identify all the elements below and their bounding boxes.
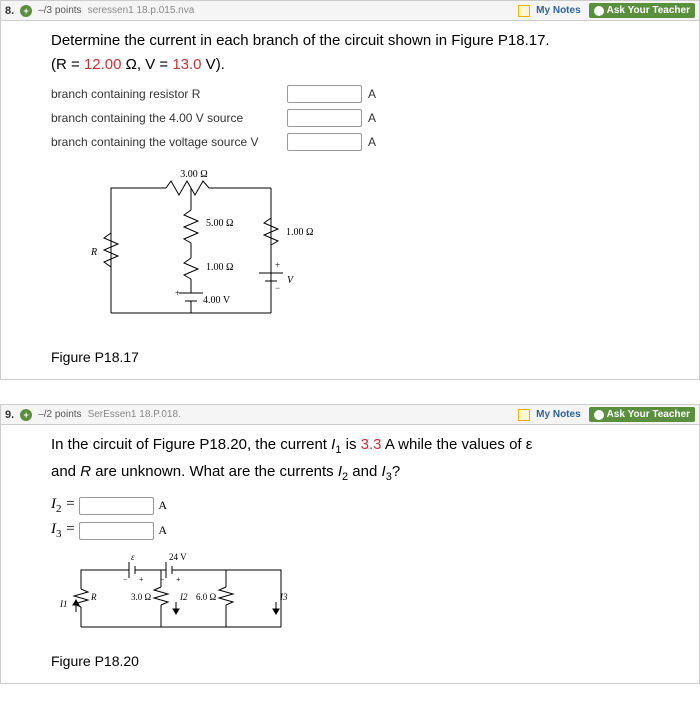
- stem-line-2b: Ω, V =: [121, 56, 172, 73]
- label-24v: 24 V: [169, 552, 187, 562]
- circuit-figure-p18-17: 3.00 Ω 5.00 Ω 1.00 Ω 1.00 Ω R 4.00 V V +…: [51, 163, 351, 343]
- stem-9b: is: [341, 436, 360, 453]
- input-row-I3: I3 = A: [51, 521, 687, 540]
- answer-input-R[interactable]: [287, 85, 362, 103]
- points-label: –/3 points: [38, 5, 81, 16]
- answer-inputs: branch containing resistor R A branch co…: [51, 85, 687, 151]
- header-left: 9. + –/2 points SerEssen1 18.P.018.: [5, 409, 181, 421]
- svg-text:+: +: [139, 575, 144, 584]
- header-right: My Notes Ask Your Teacher: [518, 407, 695, 422]
- answer-input-I2[interactable]: [79, 497, 154, 515]
- unit-A: A: [158, 523, 167, 538]
- points-label: –/2 points: [38, 409, 81, 420]
- figure-caption-1: Figure P18.17: [51, 349, 687, 365]
- label-1ohm-b: 1.00 Ω: [286, 227, 313, 238]
- input-row-1: branch containing resistor R A: [51, 85, 687, 103]
- stem-line-2a: (R =: [51, 56, 84, 73]
- question-8-body: Determine the current in each branch of …: [1, 21, 699, 379]
- stem-9d: and R are unknown. What are the currents…: [51, 463, 400, 480]
- header-left: 8. + –/3 points seressen1 18.p.015.nva: [5, 5, 194, 17]
- label-1ohm-a: 1.00 Ω: [206, 262, 233, 273]
- unit-A: A: [158, 498, 167, 513]
- answer-input-V[interactable]: [287, 133, 362, 151]
- label-4V: 4.00 V: [203, 295, 231, 306]
- input-row-2: branch containing the 4.00 V source A: [51, 109, 687, 127]
- label-V: V: [287, 275, 295, 286]
- svg-text:+: +: [275, 260, 280, 270]
- figure-caption-2: Figure P18.20: [51, 653, 687, 669]
- question-9: 9. + –/2 points SerEssen1 18.P.018. My N…: [0, 404, 700, 684]
- label-3ohm: 3.0 Ω: [131, 592, 152, 602]
- stem-9a: In the circuit of Figure P18.20, the cur…: [51, 436, 331, 453]
- V-value: 13.0: [172, 56, 201, 73]
- reference-code: seressen1 18.p.015.nva: [88, 5, 195, 16]
- label-3ohm: 3.00 Ω: [180, 169, 207, 180]
- stem-line-1: Determine the current in each branch of …: [51, 32, 550, 49]
- row1-label: branch containing resistor R: [51, 87, 281, 101]
- label-I3: I3: [279, 592, 288, 602]
- svg-text:+: +: [175, 288, 180, 298]
- question-number: 8.: [5, 5, 14, 17]
- unit-A: A: [368, 111, 376, 125]
- unit-A: A: [368, 87, 376, 101]
- label-eps: ε: [131, 552, 135, 562]
- my-notes-link[interactable]: My Notes: [536, 5, 580, 16]
- question-9-header: 9. + –/2 points SerEssen1 18.P.018. My N…: [1, 405, 699, 425]
- svg-text:−: −: [123, 575, 128, 584]
- reference-code: SerEssen1 18.P.018.: [88, 409, 181, 420]
- svg-text:+: +: [176, 575, 181, 584]
- unit-A: A: [368, 135, 376, 149]
- answer-input-4V[interactable]: [287, 109, 362, 127]
- question-9-stem: In the circuit of Figure P18.20, the cur…: [51, 433, 687, 486]
- expand-icon[interactable]: +: [20, 5, 32, 17]
- stem-line-2c: V).: [202, 56, 225, 73]
- label-I2: I2: [179, 592, 188, 602]
- ask-teacher-button[interactable]: Ask Your Teacher: [589, 3, 695, 18]
- header-right: My Notes Ask Your Teacher: [518, 3, 695, 18]
- label-R: R: [90, 592, 97, 602]
- my-notes-link[interactable]: My Notes: [536, 409, 580, 420]
- I2-label: I2 =: [51, 496, 75, 515]
- notes-icon[interactable]: [518, 409, 530, 421]
- answer-inputs-9: I2 = A I3 = A: [51, 496, 687, 540]
- label-I1: I1: [59, 599, 68, 609]
- row2-label: branch containing the 4.00 V source: [51, 111, 281, 125]
- stem-9c: A while the values of ε: [381, 436, 532, 453]
- input-row-3: branch containing the voltage source V A: [51, 133, 687, 151]
- expand-icon[interactable]: +: [20, 409, 32, 421]
- question-number: 9.: [5, 409, 14, 421]
- svg-text:−: −: [160, 575, 165, 584]
- label-5ohm: 5.00 Ω: [206, 218, 233, 229]
- row3-label: branch containing the voltage source V: [51, 135, 281, 149]
- R-value: 12.00: [84, 56, 122, 73]
- input-row-I2: I2 = A: [51, 496, 687, 515]
- answer-input-I3[interactable]: [79, 522, 154, 540]
- ask-teacher-button[interactable]: Ask Your Teacher: [589, 407, 695, 422]
- I1-value: 3.3: [361, 436, 382, 453]
- question-9-body: In the circuit of Figure P18.20, the cur…: [1, 425, 699, 683]
- question-8-stem: Determine the current in each branch of …: [51, 29, 687, 77]
- I3-label: I3 =: [51, 521, 75, 540]
- circuit-figure-p18-20: ε 24 V I1 R 3.0 Ω I2 6.0 Ω I3 − + − +: [51, 552, 311, 647]
- label-6ohm: 6.0 Ω: [196, 592, 217, 602]
- svg-text:−: −: [275, 283, 280, 293]
- I1-symbol: I1: [331, 436, 341, 453]
- notes-icon[interactable]: [518, 5, 530, 17]
- label-R: R: [90, 247, 97, 258]
- question-8: 8. + –/3 points seressen1 18.p.015.nva M…: [0, 0, 700, 380]
- question-8-header: 8. + –/3 points seressen1 18.p.015.nva M…: [1, 1, 699, 21]
